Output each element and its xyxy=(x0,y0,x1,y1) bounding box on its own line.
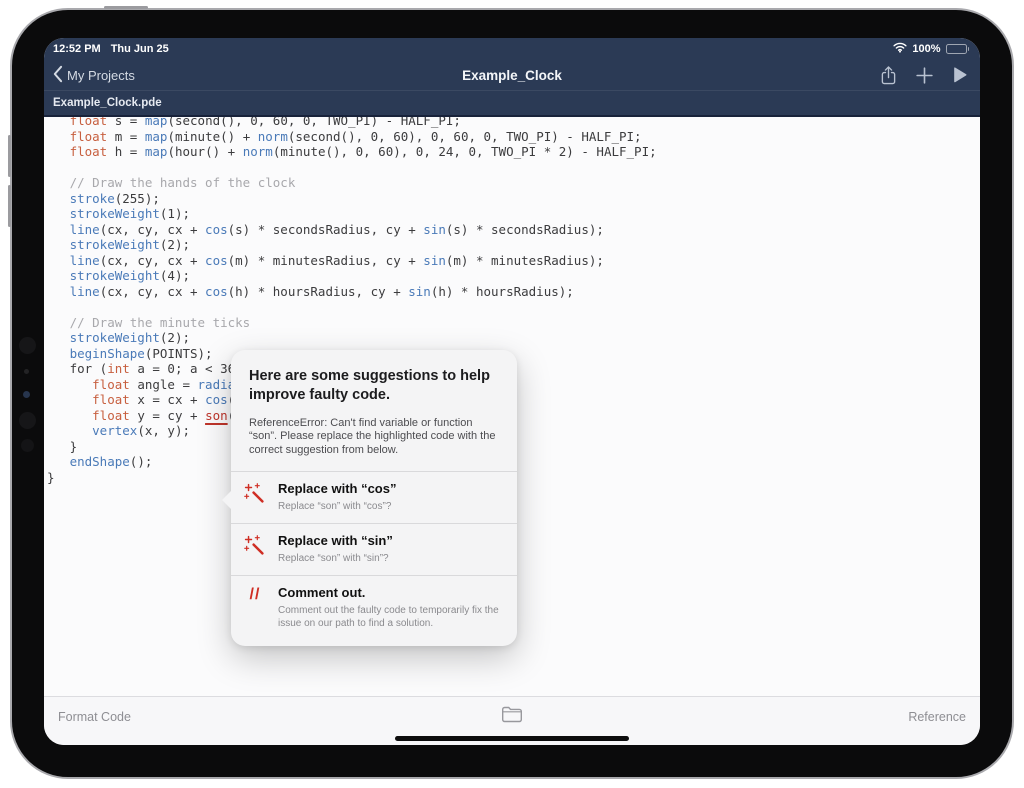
code-line[interactable]: line(cx, cy, cx + cos(m) * minutesRadius… xyxy=(47,253,980,269)
popover-header: Here are some suggestions to help improv… xyxy=(231,350,517,471)
volume-down-button[interactable] xyxy=(8,185,11,227)
popover-arrow xyxy=(222,490,232,510)
code-line[interactable]: strokeWeight(2); xyxy=(47,237,980,253)
code-line[interactable]: // Draw the hands of the clock xyxy=(47,175,980,191)
suggestion-title: Comment out. xyxy=(278,585,503,600)
code-line[interactable]: line(cx, cy, cx + cos(s) * secondsRadius… xyxy=(47,222,980,238)
tab-example-clock-pde[interactable]: Example_Clock.pde xyxy=(53,97,162,109)
code-line[interactable]: // Draw the minute ticks xyxy=(47,315,980,331)
suggestion-title: Replace with “sin” xyxy=(278,533,393,548)
suggestion-subtitle: Replace “son” with “cos”? xyxy=(278,500,396,513)
suggestion-title: Replace with “cos” xyxy=(278,481,396,496)
format-code-button[interactable]: Format Code xyxy=(58,710,131,724)
back-button-label: My Projects xyxy=(67,68,135,83)
comment-slashes-icon: // xyxy=(241,585,269,604)
camera-sensor-dot xyxy=(24,369,29,374)
page-title: Example_Clock xyxy=(44,68,980,83)
code-line[interactable]: float h = map(hour() + norm(minute(), 0,… xyxy=(47,144,980,160)
code-line[interactable] xyxy=(47,160,980,176)
code-line[interactable]: strokeWeight(4); xyxy=(47,268,980,284)
status-bar: 12:52 PM Thu Jun 25 100% xyxy=(44,38,980,60)
suggestion-replace-cos[interactable]: Replace with “cos” Replace “son” with “c… xyxy=(231,471,517,523)
add-icon[interactable] xyxy=(916,67,933,84)
suggestion-comment-out[interactable]: // Comment out. Comment out the faulty c… xyxy=(231,575,517,646)
error-token: son xyxy=(205,408,228,423)
file-tab-bar: Example_Clock.pde xyxy=(44,90,980,117)
code-line[interactable]: float m = map(minute() + norm(second(), … xyxy=(47,129,980,145)
folder-icon[interactable] xyxy=(501,706,523,728)
code-line[interactable]: stroke(255); xyxy=(47,191,980,207)
suggestion-subtitle: Comment out the faulty code to temporari… xyxy=(278,604,503,630)
status-date: Thu Jun 25 xyxy=(111,43,169,55)
share-icon[interactable] xyxy=(880,65,897,86)
magic-wand-icon xyxy=(241,481,269,506)
home-indicator[interactable] xyxy=(395,736,629,741)
code-line[interactable] xyxy=(47,299,980,315)
battery-percent: 100% xyxy=(912,43,940,55)
camera-sensor-dot xyxy=(19,412,36,429)
suggestion-replace-sin[interactable]: Replace with “sin” Replace “son” with “s… xyxy=(231,523,517,575)
camera-sensor-dot xyxy=(19,337,36,354)
run-play-icon[interactable] xyxy=(952,66,968,84)
navigation-bar: My Projects Example_Clock xyxy=(44,60,980,90)
code-line[interactable]: strokeWeight(2); xyxy=(47,330,980,346)
suggestion-subtitle: Replace “son” with “sin”? xyxy=(278,552,393,565)
power-button[interactable] xyxy=(104,6,148,9)
camera-sensor-dot xyxy=(21,439,34,452)
wifi-icon xyxy=(893,42,907,56)
front-camera-lens xyxy=(23,391,30,398)
reference-button[interactable]: Reference xyxy=(908,710,966,724)
chevron-left-icon xyxy=(52,65,63,86)
back-button[interactable]: My Projects xyxy=(52,65,135,86)
battery-icon xyxy=(946,44,970,54)
suggestions-popover: Here are some suggestions to help improv… xyxy=(231,350,517,646)
popover-description: ReferenceError: Can't find variable or f… xyxy=(249,417,499,458)
code-line[interactable]: float s = map(second(), 0, 60, 0, TWO_PI… xyxy=(47,117,980,129)
app-screen: 12:52 PM Thu Jun 25 100% xyxy=(44,38,980,745)
status-time: 12:52 PM xyxy=(53,43,101,55)
magic-wand-icon xyxy=(241,533,269,558)
popover-title: Here are some suggestions to help improv… xyxy=(249,367,499,405)
ipad-device-frame: 12:52 PM Thu Jun 25 100% xyxy=(10,8,1014,779)
code-line[interactable]: strokeWeight(1); xyxy=(47,206,980,222)
code-editor[interactable]: float s = map(second(), 0, 60, 0, TWO_PI… xyxy=(44,117,980,696)
code-line[interactable]: line(cx, cy, cx + cos(h) * hoursRadius, … xyxy=(47,284,980,300)
volume-up-button[interactable] xyxy=(8,135,11,177)
